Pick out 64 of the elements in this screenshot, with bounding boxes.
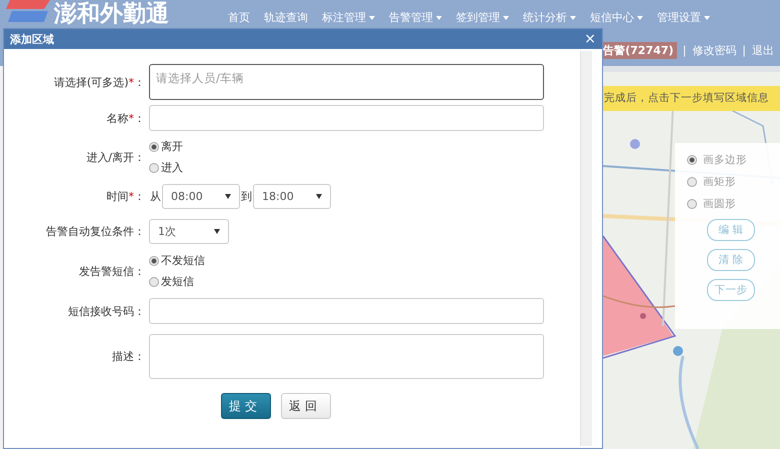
separator: | (682, 44, 686, 56)
field-label: 请选择(可多选)*： (52, 74, 146, 90)
alert-count[interactable]: 告警(72747) (600, 42, 677, 58)
input-field[interactable] (149, 105, 544, 131)
caret-icon (570, 16, 576, 20)
radio-button[interactable] (149, 256, 159, 266)
option-label: 发短信 (161, 274, 194, 289)
nav-item[interactable]: 首页 (228, 10, 250, 25)
caret-icon (225, 194, 231, 198)
close-button[interactable]: × (584, 32, 596, 46)
nav-item[interactable]: 管理设置 (657, 10, 710, 25)
nav-item[interactable]: 签到管理 (456, 10, 509, 25)
field-label: 进入/离开： (85, 150, 146, 164)
nav-item[interactable]: 告警管理 (389, 10, 442, 25)
field-label: 名称*： (106, 110, 146, 126)
input-field[interactable]: 请选择人员/车辆 (149, 64, 544, 100)
app-logo: 澎和外勤通 (54, 0, 169, 28)
option-label: 画矩形 (703, 175, 736, 189)
radio-button[interactable] (149, 142, 159, 152)
field-label: 描述： (111, 348, 146, 364)
radio-button[interactable] (149, 162, 159, 172)
from-label: 从 (149, 188, 162, 204)
separator: | (742, 44, 746, 56)
to-label: 到 (240, 188, 253, 204)
option-label: 画圆形 (703, 197, 736, 211)
submit-button[interactable]: 提交 (221, 393, 271, 419)
input-field[interactable] (149, 298, 544, 324)
time-select[interactable]: 18:00 (253, 184, 331, 208)
caret-icon (369, 16, 375, 20)
nav-item[interactable]: 短信中心 (590, 10, 643, 25)
option-label: 不发短信 (161, 253, 205, 268)
back-button[interactable]: 返回 (281, 393, 331, 419)
header-link[interactable]: 退出 (752, 42, 774, 58)
panel-button[interactable]: 下一步 (707, 279, 755, 301)
radio-button[interactable] (687, 155, 697, 165)
time-select[interactable]: 08:00 (162, 184, 240, 208)
field-label: 告警自动复位条件： (45, 224, 146, 238)
caret-icon (704, 16, 710, 20)
caret-icon (637, 16, 643, 20)
header-link[interactable]: 修改密码 (692, 42, 736, 58)
radio-button[interactable] (687, 177, 697, 187)
field-label: 时间*： (106, 188, 146, 204)
logo-icon (6, 0, 50, 22)
dialog-title: 添加区域 (10, 32, 54, 46)
nav-item[interactable]: 标注管理 (322, 10, 375, 25)
hint-banner: 完成后，点击下一步填写区域信息 (600, 86, 780, 111)
caret-icon (316, 194, 322, 198)
nav-item[interactable]: 统计分析 (523, 10, 576, 25)
field-label: 短信接收号码： (67, 304, 146, 318)
radio-button[interactable] (149, 276, 159, 286)
caret-icon (214, 228, 220, 234)
dropdown[interactable]: 1次 (149, 218, 229, 244)
option-label: 画多边形 (703, 153, 747, 167)
caret-icon (503, 16, 509, 20)
option-label: 进入 (161, 160, 183, 175)
text-area[interactable] (149, 334, 544, 378)
option-label: 离开 (161, 139, 183, 154)
nav-item[interactable]: 轨迹查询 (264, 10, 308, 25)
field-label: 发告警短信： (78, 264, 146, 278)
caret-icon (436, 16, 442, 20)
scrollbar[interactable] (580, 51, 592, 446)
panel-button[interactable]: 清 除 (707, 249, 755, 271)
panel-button[interactable]: 编 辑 (707, 219, 755, 241)
radio-button[interactable] (687, 199, 697, 209)
